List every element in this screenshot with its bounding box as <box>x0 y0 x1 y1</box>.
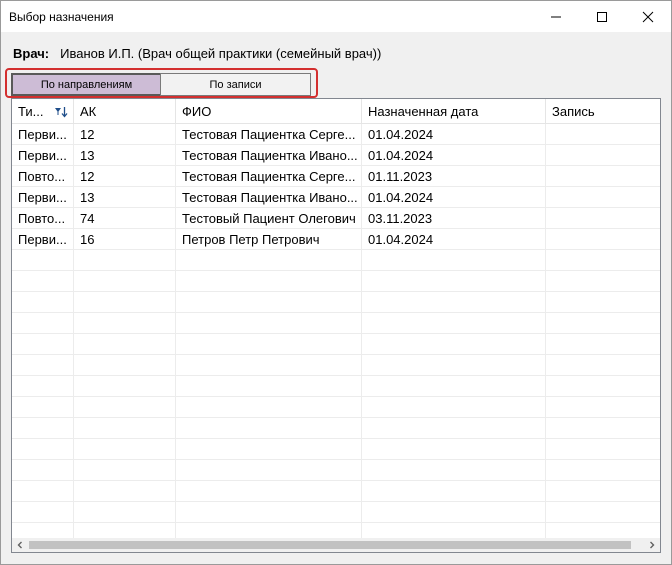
table-cell: 16 <box>74 229 176 250</box>
grid-body: Перви... 12 Тестовая Пациентка Серге... 01.… <box>12 124 660 544</box>
table-cell: 12 <box>74 124 176 145</box>
table-cell: 03.11.2023 <box>362 208 546 229</box>
horizontal-scrollbar[interactable] <box>12 538 660 552</box>
chevron-right-icon <box>650 541 655 549</box>
table-row[interactable]: Перви... 13 Тестовая Пациентка Ивано... 01.… <box>12 145 660 166</box>
empty-row <box>12 271 660 292</box>
table-cell: 01.04.2024 <box>362 229 546 250</box>
empty-row <box>12 355 660 376</box>
table-cell: Перви... <box>12 145 74 166</box>
table-cell: 13 <box>74 187 176 208</box>
table-cell <box>546 145 660 166</box>
doctor-info: Врач: Иванов И.П. (Врач общей практики (… <box>13 45 381 61</box>
table-cell: 01.11.2023 <box>362 166 546 187</box>
maximize-button[interactable] <box>579 1 625 32</box>
empty-row <box>12 460 660 481</box>
empty-row <box>12 313 660 334</box>
title-bar: Выбор назначения <box>1 1 671 32</box>
table-cell: Перви... <box>12 229 74 250</box>
empty-row <box>12 250 660 271</box>
table-cell: 74 <box>74 208 176 229</box>
table-row[interactable]: Перви... 13 Тестовая Пациентка Ивано... 01.… <box>12 187 660 208</box>
column-header-type[interactable]: Ти... <box>12 99 74 124</box>
table-cell: 01.04.2024 <box>362 124 546 145</box>
grid-header: Ти... АК ФИО Назначенная дата Запись <box>12 99 660 124</box>
empty-row <box>12 481 660 502</box>
table-cell: 01.04.2024 <box>362 187 546 208</box>
table-row[interactable]: Перви... 12 Тестовая Пациентка Серге... 01.… <box>12 124 660 145</box>
table-row[interactable]: Повто... 12 Тестовая Пациентка Серге... 01.… <box>12 166 660 187</box>
table-cell: Тестовая Пациентка Серге... <box>176 166 362 187</box>
doctor-value: Иванов И.П. (Врач общей практики (семейн… <box>60 45 382 61</box>
filter-sort-icon[interactable] <box>54 105 68 119</box>
close-icon <box>642 11 654 22</box>
table-row[interactable]: Повто... 74 Тестовый Пациент Олегович 03.11… <box>12 208 660 229</box>
table-cell <box>546 166 660 187</box>
tab-by-referrals[interactable]: По направлениям <box>11 73 161 96</box>
window-title: Выбор назначения <box>9 10 114 24</box>
empty-row <box>12 376 660 397</box>
empty-row <box>12 334 660 355</box>
scroll-right-button[interactable] <box>647 540 657 550</box>
table-cell: Тестовый Пациент Олегович <box>176 208 362 229</box>
tab-by-appointment[interactable]: По записи <box>160 73 311 96</box>
table-cell <box>546 229 660 250</box>
table-row[interactable]: Перви... 16 Петров Петр Петрович 01.04.2024 <box>12 229 660 250</box>
empty-row <box>12 292 660 313</box>
column-header-fio[interactable]: ФИО <box>176 99 362 124</box>
table-cell <box>546 187 660 208</box>
table-cell <box>546 208 660 229</box>
table-cell <box>546 124 660 145</box>
empty-row <box>12 418 660 439</box>
empty-row <box>12 502 660 523</box>
column-header-date[interactable]: Назначенная дата <box>362 99 546 124</box>
table-cell: Перви... <box>12 187 74 208</box>
table-cell: Тестовая Пациентка Серге... <box>176 124 362 145</box>
minimize-icon <box>551 16 561 17</box>
chevron-left-icon <box>17 541 22 549</box>
empty-row <box>12 439 660 460</box>
column-header-label: Ти... <box>18 104 44 119</box>
doctor-label: Врач: <box>13 45 50 61</box>
column-header-record[interactable]: Запись <box>546 99 660 124</box>
table-cell: Тестовая Пациентка Ивано... <box>176 187 362 208</box>
empty-row <box>12 397 660 418</box>
maximize-icon <box>597 11 607 22</box>
table-cell: Тестовая Пациентка Ивано... <box>176 145 362 166</box>
assignment-selection-window: Выбор назначения Врач: Иванов И.П. (Врач… <box>0 0 672 565</box>
table-cell: Повто... <box>12 208 74 229</box>
table-cell: 01.04.2024 <box>362 145 546 166</box>
minimize-button[interactable] <box>533 1 579 32</box>
table-cell: 12 <box>74 166 176 187</box>
table-cell: 13 <box>74 145 176 166</box>
column-header-ak[interactable]: АК <box>74 99 176 124</box>
scroll-left-button[interactable] <box>15 540 25 550</box>
close-button[interactable] <box>625 1 671 32</box>
scrollbar-thumb[interactable] <box>29 541 631 549</box>
table-cell: Повто... <box>12 166 74 187</box>
table-cell: Перви... <box>12 124 74 145</box>
table-cell: Петров Петр Петрович <box>176 229 362 250</box>
assignments-grid: Ти... АК ФИО Назначенная дата Запись Пер… <box>11 98 661 553</box>
